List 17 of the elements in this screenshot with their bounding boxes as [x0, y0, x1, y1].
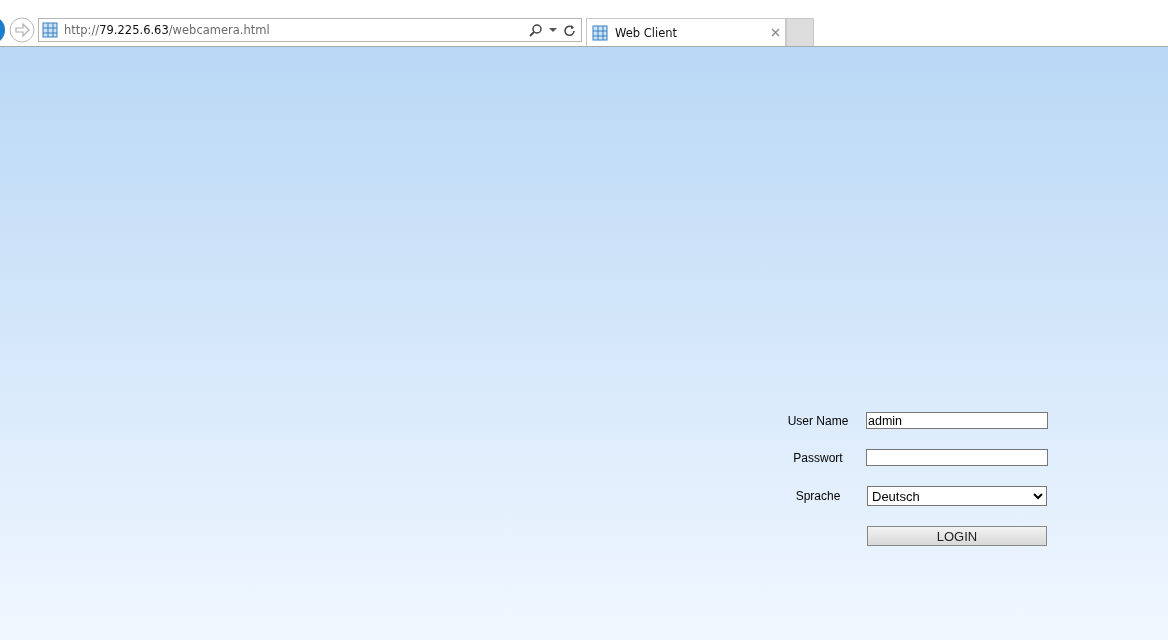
browser-tab[interactable]: Web Client [586, 18, 786, 46]
field-label: User Name [786, 413, 850, 428]
username-field[interactable]: admin [866, 412, 1048, 429]
page-icon [42, 22, 58, 38]
refresh-icon[interactable] [563, 23, 576, 37]
url-text: http://79.225.6.63/webcamera.html [64, 23, 270, 37]
dropdown-icon[interactable] [549, 27, 557, 33]
tab-title: Web Client [615, 25, 679, 40]
page-icon [592, 24, 608, 41]
field-label: Sprache [794, 489, 842, 503]
password-field[interactable] [866, 449, 1048, 466]
address-bar[interactable]: http://79.225.6.63/webcamera.html [38, 18, 582, 42]
field-label: Passwort [792, 450, 844, 465]
login-button[interactable]: LOGIN [867, 526, 1047, 546]
close-icon[interactable] [771, 28, 780, 37]
search-icon[interactable] [529, 23, 543, 37]
language-dropdown[interactable]: Deutsch [867, 486, 1047, 506]
